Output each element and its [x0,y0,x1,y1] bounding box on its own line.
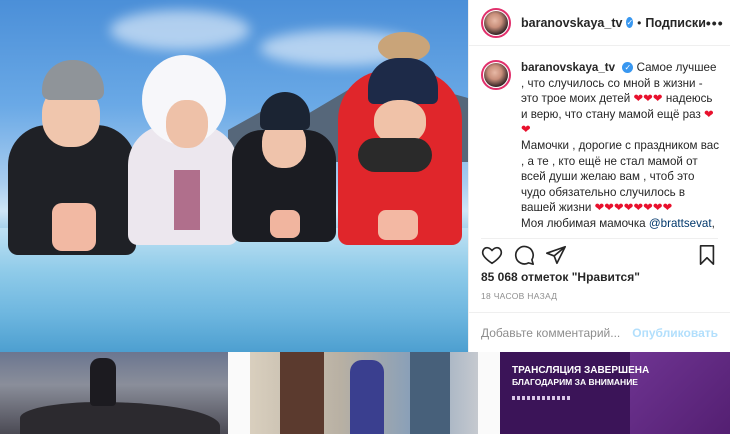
post-photo[interactable] [0,0,468,352]
bookmark-icon[interactable] [696,244,718,266]
caption-text: baranovskaya_tv ✓ Самое лучшее , что слу… [521,60,721,232]
more-icon[interactable]: ••• [706,15,724,31]
dotted-line [512,396,572,400]
likes-count[interactable]: 85 068 отметок "Нравится" [481,270,640,284]
comment-input[interactable]: Добавьте комментарий... [481,326,620,340]
comment-box: Добавьте комментарий... Опубликовать [469,312,730,352]
hearts-emoji: ❤❤❤ [633,92,663,106]
caption-area: baranovskaya_tv ✓ Самое лучшее , что слу… [481,60,722,232]
stream-ended-title: ТРАНСЛЯЦИЯ ЗАВЕРШЕНА [512,365,650,376]
username-link[interactable]: baranovskaya_tv [521,16,622,30]
hearts-emoji: ❤❤❤❤❤❤❤❤ [594,201,673,215]
grid-thumb-3[interactable]: ТРАНСЛЯЦИЯ ЗАВЕРШЕНА БЛАГОДАРИМ ЗА ВНИМА… [500,352,730,434]
following-button[interactable]: Подписки [645,16,706,30]
separator-dot: • [637,15,642,30]
post-actions [481,238,718,270]
avatar[interactable] [481,7,511,38]
share-icon[interactable] [545,244,567,266]
post-header: baranovskaya_tv ✓ • Подписки ••• [469,0,730,46]
grid-thumb-1[interactable] [0,352,228,434]
caption-part-6: , [711,216,715,230]
cloud [110,10,250,50]
heart-icon[interactable] [481,244,503,266]
caption-part-4: Моя любимая мамочка [521,216,646,230]
publish-button[interactable]: Опубликовать [632,326,718,340]
verified-icon: ✓ [622,62,634,73]
instagram-post-view: baranovskaya_tv ✓ • Подписки ••• baranov… [0,0,730,434]
caption-avatar[interactable] [481,60,511,90]
grid-thumb-2[interactable] [250,352,478,434]
child-left [0,55,140,255]
mention-link[interactable]: @brattsevat [649,217,712,230]
comment-icon[interactable] [513,244,535,266]
stream-ended-subtitle: БЛАГОДАРИМ ЗА ВНИМАНИЕ [512,377,638,387]
post-time[interactable]: 18 ЧАСОВ НАЗАД [481,291,557,301]
mother [122,55,242,245]
profile-grid: ТРАНСЛЯЦИЯ ЗАВЕРШЕНА БЛАГОДАРИМ ЗА ВНИМА… [0,352,730,434]
child-middle [228,90,338,242]
child-right [332,30,462,245]
post-details-panel: baranovskaya_tv ✓ • Подписки ••• baranov… [468,0,730,352]
caption-username[interactable]: baranovskaya_tv [521,61,615,74]
verified-icon: ✓ [626,17,634,28]
